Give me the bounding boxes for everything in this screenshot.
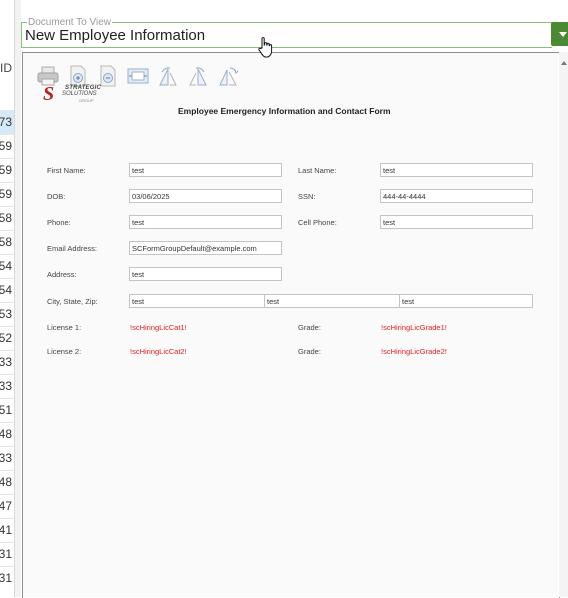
table-row[interactable]: 51 <box>0 398 14 423</box>
table-row[interactable]: 52 <box>0 326 14 351</box>
last-name-label: Last Name: <box>298 166 337 175</box>
scroll-up-arrow-icon[interactable] <box>561 61 567 65</box>
hand-cursor-icon <box>255 34 277 60</box>
ssn-field[interactable]: 444-44-4444 <box>380 189 533 203</box>
document-to-view-value: New Employee Information <box>25 27 206 44</box>
license1-label: License 1: <box>47 323 82 332</box>
table-row[interactable]: 48 <box>0 422 14 447</box>
first-name-field[interactable]: test <box>129 163 282 177</box>
dropdown-button[interactable] <box>551 22 568 46</box>
phone-field[interactable]: test <box>129 215 282 229</box>
cell-phone-value: test <box>383 218 396 227</box>
cell-phone-field[interactable]: test <box>380 215 533 229</box>
table-row[interactable]: 54 <box>0 254 14 279</box>
table-row[interactable]: 53 <box>0 302 14 327</box>
grade2-value: !scHiringLicGrade2! <box>381 347 447 356</box>
grade1-label: Grade: <box>298 323 321 332</box>
chevron-down-icon <box>559 32 567 37</box>
splitter[interactable] <box>15 0 21 597</box>
table-row[interactable]: 31 <box>0 566 14 591</box>
table-row[interactable]: 59 <box>0 182 14 207</box>
email-field[interactable]: SCFormGroupDefault@example.com <box>129 241 282 255</box>
first-name-label: First Name: <box>47 166 86 175</box>
license1-value: !scHiringLicCat1! <box>130 323 187 332</box>
grade2-label: Grade: <box>298 347 321 356</box>
table-row[interactable]: 31 <box>0 542 14 567</box>
ssn-value: 444-44-4444 <box>383 192 426 201</box>
cell-phone-label: Cell Phone: <box>298 218 337 227</box>
grid-header-id[interactable]: ID <box>0 58 14 82</box>
dob-value: 03/06/2025 <box>132 192 170 201</box>
table-row[interactable]: 41 <box>0 518 14 543</box>
table-row[interactable]: 58 <box>0 230 14 255</box>
table-row[interactable]: 59 <box>0 158 14 183</box>
table-row[interactable]: 58 <box>0 206 14 231</box>
form-title: Employee Emergency Information and Conta… <box>178 106 391 116</box>
table-row[interactable]: 47 <box>0 494 14 519</box>
address-label: Address: <box>47 270 77 279</box>
first-name-value: test <box>132 166 145 175</box>
table-row[interactable]: 54 <box>0 278 14 303</box>
address-field[interactable]: test <box>129 267 282 281</box>
table-row[interactable]: 33 <box>0 350 14 375</box>
table-row[interactable]: 73 <box>0 110 14 135</box>
company-logo: S STRATEGIC SOLUTIONS GROUP <box>43 84 103 106</box>
rotate-left-icon[interactable] <box>156 64 180 88</box>
city-state-zip-label: City, State, Zip: <box>47 297 98 306</box>
dob-label: DOB: <box>47 192 66 201</box>
city-field[interactable]: test <box>129 294 265 308</box>
city-value: test <box>132 297 145 306</box>
zip-field[interactable]: test <box>399 294 533 308</box>
phone-label: Phone: <box>47 218 71 227</box>
dob-field[interactable]: 03/06/2025 <box>129 189 282 203</box>
table-row[interactable]: 59 <box>0 134 14 159</box>
phone-value: test <box>132 218 145 227</box>
document-to-view-select[interactable]: Document To View New Employee Informatio… <box>21 18 552 48</box>
state-value: test <box>267 297 280 306</box>
logo-text: GROUP <box>79 98 94 103</box>
table-row[interactable]: 48 <box>0 470 14 495</box>
license2-label: License 2: <box>47 347 82 356</box>
vertical-scrollbar[interactable] <box>559 52 568 597</box>
last-name-value: test <box>383 166 396 175</box>
logo-text: SOLUTIONS <box>62 91 97 97</box>
grade1-value: !scHiringLicGrade1! <box>381 323 447 332</box>
ssn-label: SSN: <box>298 192 316 201</box>
license2-value: !scHiringLicCat2! <box>130 347 187 356</box>
fit-page-icon[interactable] <box>126 64 150 88</box>
address-value: test <box>132 270 145 279</box>
rotate-right-icon[interactable] <box>186 64 210 88</box>
records-grid-column: ID 73 59 59 59 58 58 54 54 53 52 33 33 5… <box>0 0 15 597</box>
table-row[interactable]: 33 <box>0 374 14 399</box>
last-name-field[interactable]: test <box>380 163 533 177</box>
logo-mark: S <box>43 83 55 105</box>
state-field[interactable]: test <box>264 294 400 308</box>
rotate-icon[interactable] <box>216 64 240 88</box>
document-page <box>23 53 558 597</box>
zip-value: test <box>402 297 415 306</box>
table-row[interactable]: 33 <box>0 446 14 471</box>
email-value: SCFormGroupDefault@example.com <box>132 244 257 253</box>
email-label: Email Address: <box>47 244 98 253</box>
